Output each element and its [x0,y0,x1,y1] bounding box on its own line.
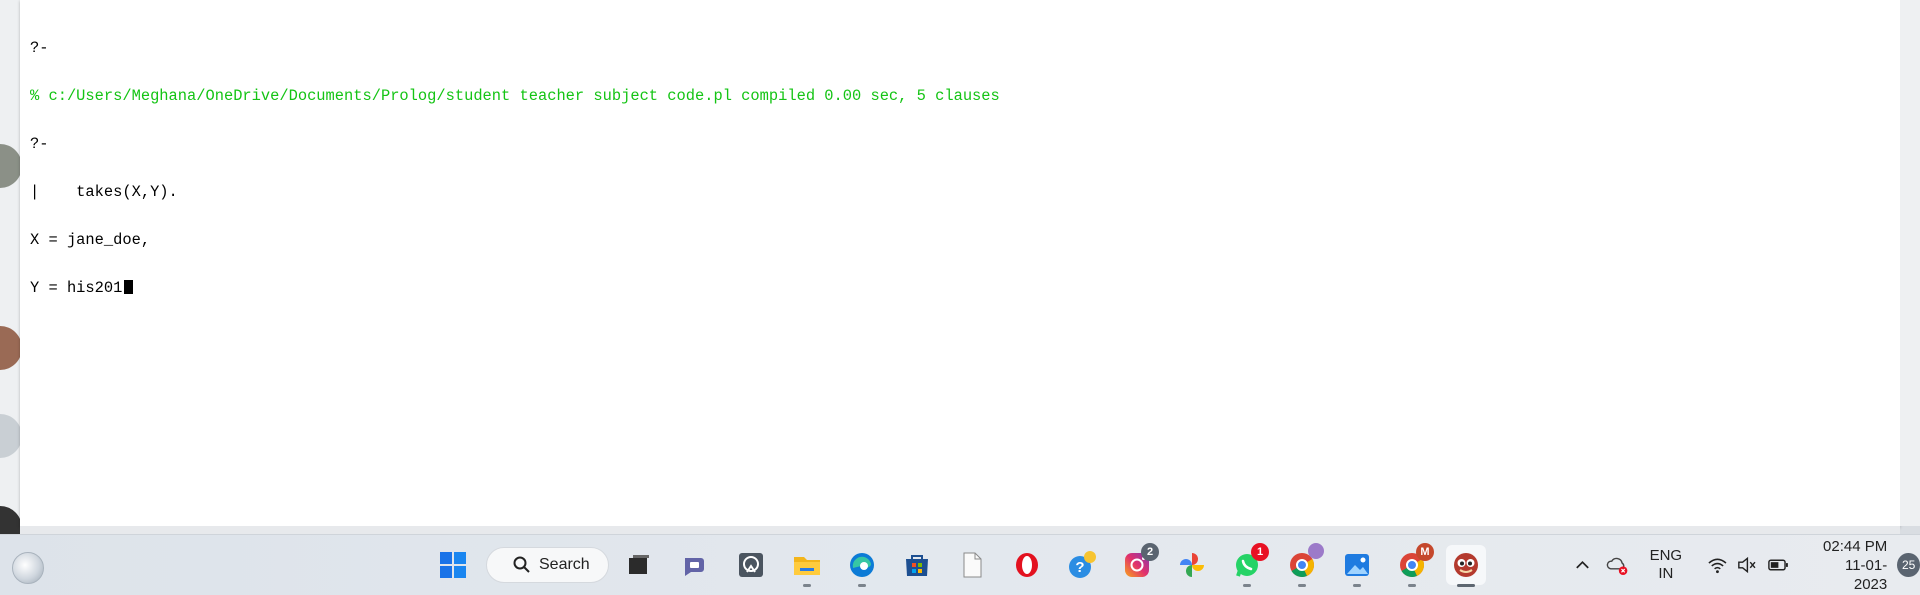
chrome-m-profile-icon[interactable]: M [1392,543,1434,587]
running-indicator [1353,584,1361,587]
running-indicator [1408,584,1416,587]
running-indicator [858,584,866,587]
notification-count-badge[interactable]: 25 [1897,553,1920,577]
swi-prolog-icon[interactable] [1446,545,1486,587]
running-indicator [1298,584,1306,587]
console-line-compile-message: % c:/Users/Meghana/OneDrive/Documents/Pr… [30,87,1000,105]
text-cursor [124,280,134,294]
clock[interactable]: 02:44 PM 11-01-2023 [1815,537,1887,594]
language-indicator[interactable]: ENG IN [1649,547,1683,583]
teams-chat-icon[interactable] [675,545,715,585]
clock-date: 11-01-2023 [1844,556,1888,593]
avatar [0,326,22,370]
prolog-console-window[interactable]: ?- % c:/Users/Meghana/OneDrive/Documents… [20,0,1900,527]
chevron-up-icon[interactable] [1573,555,1592,575]
battery-icon[interactable] [1767,554,1790,576]
whatsapp-icon[interactable]: 1 [1227,543,1269,587]
right-edge-strip [1900,0,1920,526]
clock-time: 02:44 PM [1823,537,1888,555]
search-icon [513,556,530,573]
remote-app-icon[interactable] [731,545,771,585]
microsoft-store-icon[interactable] [897,545,937,585]
instagram-icon[interactable]: 2 [1117,543,1159,585]
console-line-result-x: X = jane_doe, [30,231,151,249]
photos-icon[interactable] [1172,545,1212,585]
console-line-prompt: ?- [30,135,49,153]
opera-browser-icon[interactable] [1007,545,1047,585]
task-view-icon[interactable] [619,545,659,585]
notification-badge: 1 [1251,543,1269,561]
taskbar-search-button[interactable]: Search [486,547,609,583]
avatar [0,414,22,458]
widgets-icon[interactable] [12,552,44,584]
chrome-profile-icon[interactable] [1282,543,1324,587]
profile-badge: M [1416,543,1434,561]
taskbar: Search ? 2 1 M ENG IN 02:44 PM 11-01-202… [0,534,1920,595]
avatar [0,144,22,188]
volume-muted-icon[interactable] [1736,554,1757,576]
background-window-edge [0,0,22,550]
svg-text:?: ? [1075,559,1084,576]
search-label: Search [539,556,590,573]
notepad-file-icon[interactable] [952,545,992,585]
language-code: ENG [1649,547,1683,564]
console-line-query: | takes(X,Y). [30,183,178,201]
wifi-icon[interactable] [1707,554,1728,576]
console-output[interactable]: ?- % c:/Users/Meghana/OneDrive/Documents… [30,8,1000,328]
onedrive-error-icon[interactable] [1606,553,1629,577]
horizontal-scrollbar[interactable] [20,526,1900,534]
file-explorer-icon[interactable] [787,545,827,587]
console-line-result-y-text: Y = his201 [30,279,123,297]
help-icon[interactable]: ? [1062,545,1102,585]
notification-badge: 2 [1141,543,1159,561]
console-line-prompt: ?- [30,39,49,57]
system-tray: ENG IN 02:44 PM 11-01-2023 25 [1573,535,1920,595]
running-indicator [803,584,811,587]
profile-avatar [1308,543,1324,559]
running-indicator [1243,584,1251,587]
region-code: IN [1658,565,1674,582]
edge-browser-icon[interactable] [842,545,882,587]
running-indicator [1457,584,1475,587]
photos-app-icon[interactable] [1337,545,1377,587]
start-windows-icon[interactable] [433,545,473,585]
console-line-result-y: Y = his201 [30,280,1000,296]
